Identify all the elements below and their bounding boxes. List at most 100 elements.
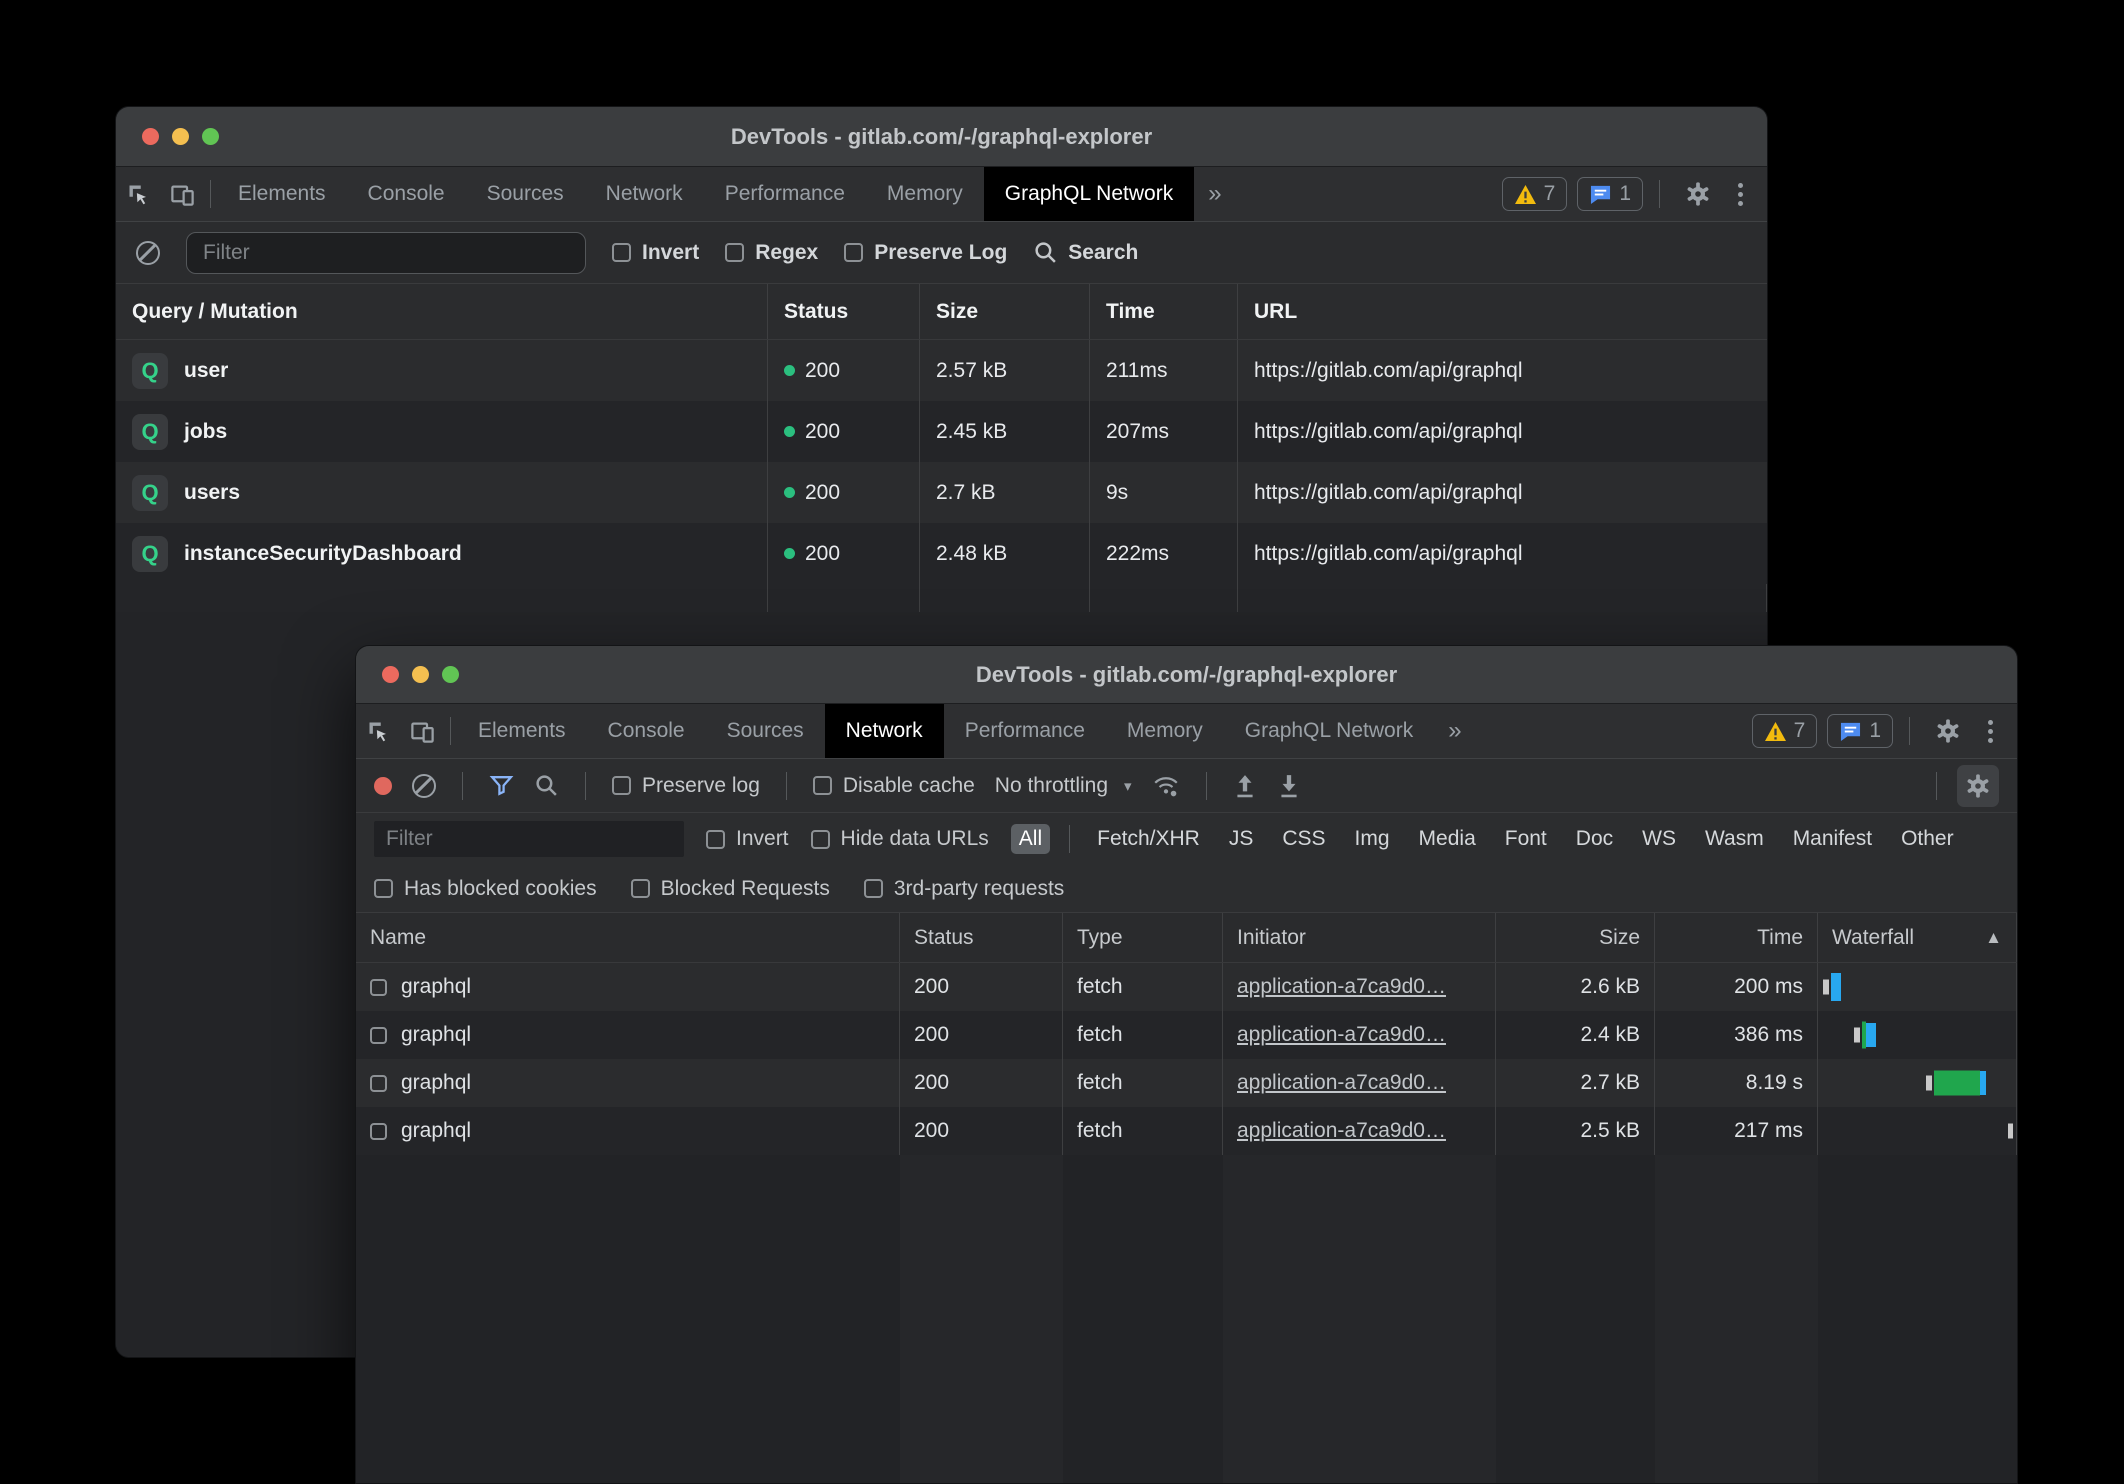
col-time[interactable]: Time (1090, 284, 1238, 339)
search-icon[interactable] (534, 773, 559, 798)
hide-data-urls-checkbox[interactable]: Hide data URLs (811, 827, 989, 851)
checkbox-icon[interactable] (631, 879, 650, 898)
checkbox-icon[interactable] (813, 776, 832, 795)
preserve-log-checkbox[interactable]: Preserve log (612, 774, 760, 798)
tab-memory[interactable]: Memory (866, 167, 984, 221)
checkbox-icon[interactable] (706, 830, 725, 849)
tab-network[interactable]: Network (825, 704, 944, 758)
device-toolbar-icon[interactable] (400, 704, 444, 758)
inspect-element-icon[interactable] (356, 704, 400, 758)
initiator-link[interactable]: application-a7ca9d0… (1237, 1119, 1446, 1143)
type-filter-other[interactable]: Other (1893, 824, 1962, 854)
col-query-mutation[interactable]: Query / Mutation (116, 284, 768, 339)
settings-gear-icon[interactable] (1926, 717, 1970, 745)
blocked-requests-checkbox[interactable]: Blocked Requests (631, 877, 830, 901)
col-url[interactable]: URL (1238, 284, 1767, 339)
tab-network[interactable]: Network (585, 167, 704, 221)
invert-checkbox[interactable]: Invert (612, 241, 699, 265)
type-filter-img[interactable]: Img (1347, 824, 1398, 854)
kebab-menu-icon[interactable] (1730, 183, 1751, 206)
checkbox-icon[interactable] (374, 879, 393, 898)
type-filter-manifest[interactable]: Manifest (1785, 824, 1880, 854)
table-row[interactable]: QinstanceSecurityDashboard 200 2.48 kB 2… (116, 523, 1767, 584)
table-row[interactable]: Quser 200 2.57 kB 211ms https://gitlab.c… (116, 340, 1767, 401)
type-filter-font[interactable]: Font (1497, 824, 1555, 854)
tab-sources[interactable]: Sources (466, 167, 585, 221)
tab-graphql-network[interactable]: GraphQL Network (1224, 704, 1434, 758)
regex-checkbox[interactable]: Regex (725, 241, 818, 265)
checkbox-icon[interactable] (864, 879, 883, 898)
type-filter-media[interactable]: Media (1411, 824, 1484, 854)
row-checkbox[interactable] (370, 1075, 387, 1092)
row-checkbox[interactable] (370, 1027, 387, 1044)
checkbox-icon[interactable] (612, 776, 631, 795)
filter-funnel-icon[interactable] (489, 773, 514, 798)
col-status[interactable]: Status (768, 284, 920, 339)
warnings-badge[interactable]: 7 (1502, 177, 1568, 211)
titlebar[interactable]: DevTools - gitlab.com/-/graphql-explorer (116, 107, 1767, 167)
col-time[interactable]: Time (1655, 913, 1818, 962)
settings-gear-icon[interactable] (1676, 180, 1720, 208)
tab-elements[interactable]: Elements (217, 167, 347, 221)
more-tabs-icon[interactable]: » (1194, 167, 1235, 221)
inspect-element-icon[interactable] (116, 167, 160, 221)
table-row[interactable]: graphql 200 fetch application-a7ca9d0… 2… (356, 1011, 2017, 1059)
initiator-link[interactable]: application-a7ca9d0… (1237, 1023, 1446, 1047)
col-size[interactable]: Size (1496, 913, 1655, 962)
search-button[interactable]: Search (1033, 240, 1138, 265)
type-filter-ws[interactable]: WS (1634, 824, 1684, 854)
third-party-requests-checkbox[interactable]: 3rd-party requests (864, 877, 1064, 901)
col-name[interactable]: Name (356, 913, 900, 962)
type-filter-doc[interactable]: Doc (1568, 824, 1621, 854)
tab-performance[interactable]: Performance (944, 704, 1106, 758)
tab-memory[interactable]: Memory (1106, 704, 1224, 758)
throttling-select[interactable]: No throttling ▾ (995, 774, 1132, 798)
tab-performance[interactable]: Performance (704, 167, 866, 221)
invert-checkbox[interactable]: Invert (706, 827, 789, 851)
network-settings-gear-icon[interactable] (1957, 765, 1999, 807)
titlebar[interactable]: DevTools - gitlab.com/-/graphql-explorer (356, 646, 2017, 704)
type-filter-fetch-xhr[interactable]: Fetch/XHR (1089, 824, 1208, 854)
table-row[interactable]: Qjobs 200 2.45 kB 207ms https://gitlab.c… (116, 401, 1767, 462)
network-conditions-icon[interactable] (1152, 773, 1180, 799)
col-waterfall[interactable]: Waterfall ▲ (1818, 913, 2017, 962)
filter-input[interactable] (186, 232, 586, 274)
initiator-link[interactable]: application-a7ca9d0… (1237, 1071, 1446, 1095)
export-har-icon[interactable] (1277, 773, 1301, 799)
record-button[interactable] (374, 777, 392, 795)
table-row[interactable]: Qusers 200 2.7 kB 9s https://gitlab.com/… (116, 462, 1767, 523)
checkbox-icon[interactable] (612, 243, 631, 262)
col-type[interactable]: Type (1063, 913, 1223, 962)
clear-icon[interactable] (136, 241, 160, 265)
checkbox-icon[interactable] (725, 243, 744, 262)
more-tabs-icon[interactable]: » (1434, 704, 1475, 758)
issues-badge[interactable]: 1 (1827, 714, 1893, 748)
row-checkbox[interactable] (370, 1123, 387, 1140)
row-checkbox[interactable] (370, 979, 387, 996)
preserve-log-checkbox[interactable]: Preserve Log (844, 241, 1007, 265)
checkbox-icon[interactable] (811, 830, 830, 849)
kebab-menu-icon[interactable] (1980, 720, 2001, 743)
tab-graphql-network[interactable]: GraphQL Network (984, 167, 1194, 221)
device-toolbar-icon[interactable] (160, 167, 204, 221)
type-filter-all[interactable]: All (1011, 824, 1050, 854)
tab-console[interactable]: Console (587, 704, 706, 758)
table-row[interactable]: graphql 200 fetch application-a7ca9d0… 2… (356, 1107, 2017, 1155)
clear-icon[interactable] (412, 774, 436, 798)
table-row[interactable]: graphql 200 fetch application-a7ca9d0… 2… (356, 1059, 2017, 1107)
col-size[interactable]: Size (920, 284, 1090, 339)
table-row[interactable]: graphql 200 fetch application-a7ca9d0… 2… (356, 963, 2017, 1011)
warnings-badge[interactable]: 7 (1752, 714, 1818, 748)
type-filter-js[interactable]: JS (1221, 824, 1262, 854)
filter-input[interactable] (374, 821, 684, 857)
col-initiator[interactable]: Initiator (1223, 913, 1496, 962)
disable-cache-checkbox[interactable]: Disable cache (813, 774, 975, 798)
has-blocked-cookies-checkbox[interactable]: Has blocked cookies (374, 877, 597, 901)
import-har-icon[interactable] (1233, 773, 1257, 799)
type-filter-css[interactable]: CSS (1274, 824, 1333, 854)
issues-badge[interactable]: 1 (1577, 177, 1643, 211)
initiator-link[interactable]: application-a7ca9d0… (1237, 975, 1446, 999)
tab-elements[interactable]: Elements (457, 704, 587, 758)
tab-console[interactable]: Console (347, 167, 466, 221)
checkbox-icon[interactable] (844, 243, 863, 262)
